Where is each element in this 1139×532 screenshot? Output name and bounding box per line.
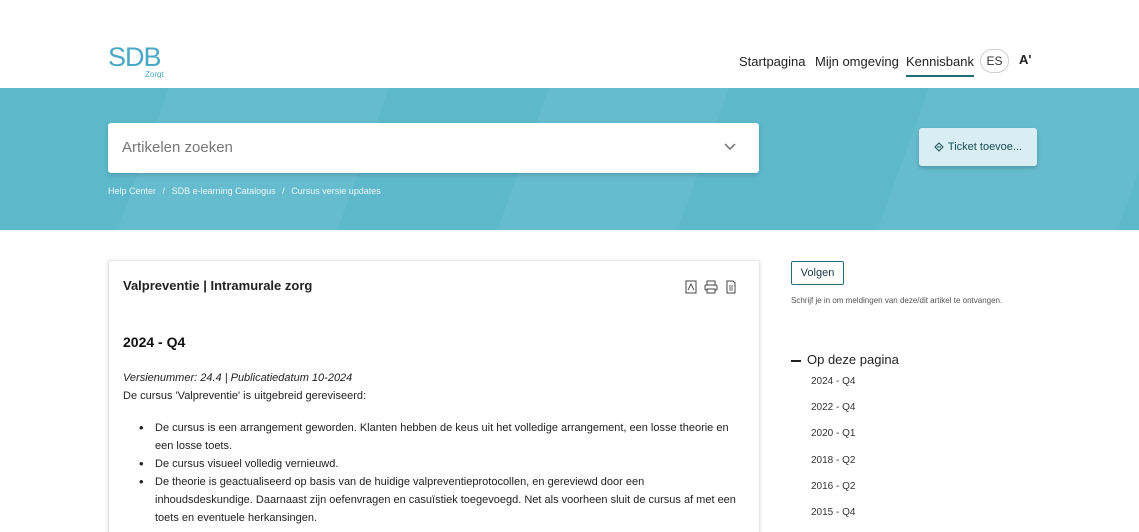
article-title: Valpreventie | Intramurale zorg [123, 278, 313, 293]
breadcrumb-separator: / [282, 186, 285, 196]
chevron-down-icon[interactable] [723, 139, 737, 153]
breadcrumb: Help Center / SDB e-learning Catalogus /… [108, 186, 381, 196]
nav-kennisbank[interactable]: Kennisbank [906, 54, 974, 77]
ticket-icon [934, 142, 944, 152]
follow-description: Schrijf je in om meldingen van deze/dit … [791, 296, 1003, 305]
collapse-icon [791, 359, 801, 362]
search-placeholder: Artikelen zoeken [122, 139, 233, 156]
nav-mijn-omgeving[interactable]: Mijn omgeving [815, 54, 899, 69]
breadcrumb-item[interactable]: Cursus versie updates [291, 186, 381, 196]
article-intro: De cursus 'Valpreventie' is uitgebreid g… [123, 390, 367, 402]
breadcrumb-item[interactable]: Help Center [108, 186, 156, 196]
toc-item[interactable]: 2022 - Q4 [811, 400, 855, 426]
ticket-button-label: Ticket toevoe... [947, 141, 1023, 153]
change-list: De cursus is een arrangement geworden. K… [139, 419, 739, 527]
logo-sub-text: Zorgt [145, 70, 164, 78]
text-size-button[interactable]: A' [1019, 52, 1031, 67]
toc-item[interactable]: 2018 - Q2 [811, 453, 855, 479]
logo-main-text: SDB [108, 42, 161, 72]
toc-item[interactable]: 2015 - Q4 [811, 505, 855, 531]
version-info: Versienummer: 24.4 | Publicatiedatum 10-… [123, 372, 353, 384]
toc-list: 2024 - Q4 2022 - Q4 2020 - Q1 2018 - Q2 … [811, 374, 855, 531]
toc-item[interactable]: 2020 - Q1 [811, 426, 855, 452]
language-switch-button[interactable]: ES [980, 49, 1009, 73]
toc-item[interactable]: 2016 - Q2 [811, 479, 855, 505]
list-item: De cursus visueel volledig vernieuwd. [139, 455, 739, 473]
print-icon[interactable] [704, 280, 718, 294]
list-item: De cursus is een arrangement geworden. K… [139, 419, 739, 455]
article-card: Valpreventie | Intramurale zorg 2024 - Q… [108, 260, 760, 532]
document-icon[interactable] [724, 280, 738, 294]
nav-startpagina[interactable]: Startpagina [739, 54, 806, 69]
follow-button[interactable]: Volgen [791, 261, 844, 285]
pdf-icon[interactable] [684, 280, 698, 294]
site-header: SDB Zorgt Startpagina Mijn omgeving Kenn… [0, 0, 1139, 88]
article-actions [684, 280, 738, 294]
toc-heading[interactable]: Op deze pagina [791, 352, 899, 367]
section-heading: 2024 - Q4 [123, 334, 186, 350]
add-ticket-button[interactable]: Ticket toevoe... [919, 128, 1037, 166]
sdb-zorgt-logo[interactable]: SDB Zorgt [108, 40, 178, 78]
article-search-input[interactable]: Artikelen zoeken [108, 123, 759, 173]
breadcrumb-item[interactable]: SDB e-learning Catalogus [172, 186, 276, 196]
list-item: De theorie is geactualiseerd op basis va… [139, 473, 739, 527]
toc-heading-label: Op deze pagina [807, 352, 899, 367]
breadcrumb-separator: / [162, 186, 166, 196]
toc-item[interactable]: 2024 - Q4 [811, 374, 855, 400]
